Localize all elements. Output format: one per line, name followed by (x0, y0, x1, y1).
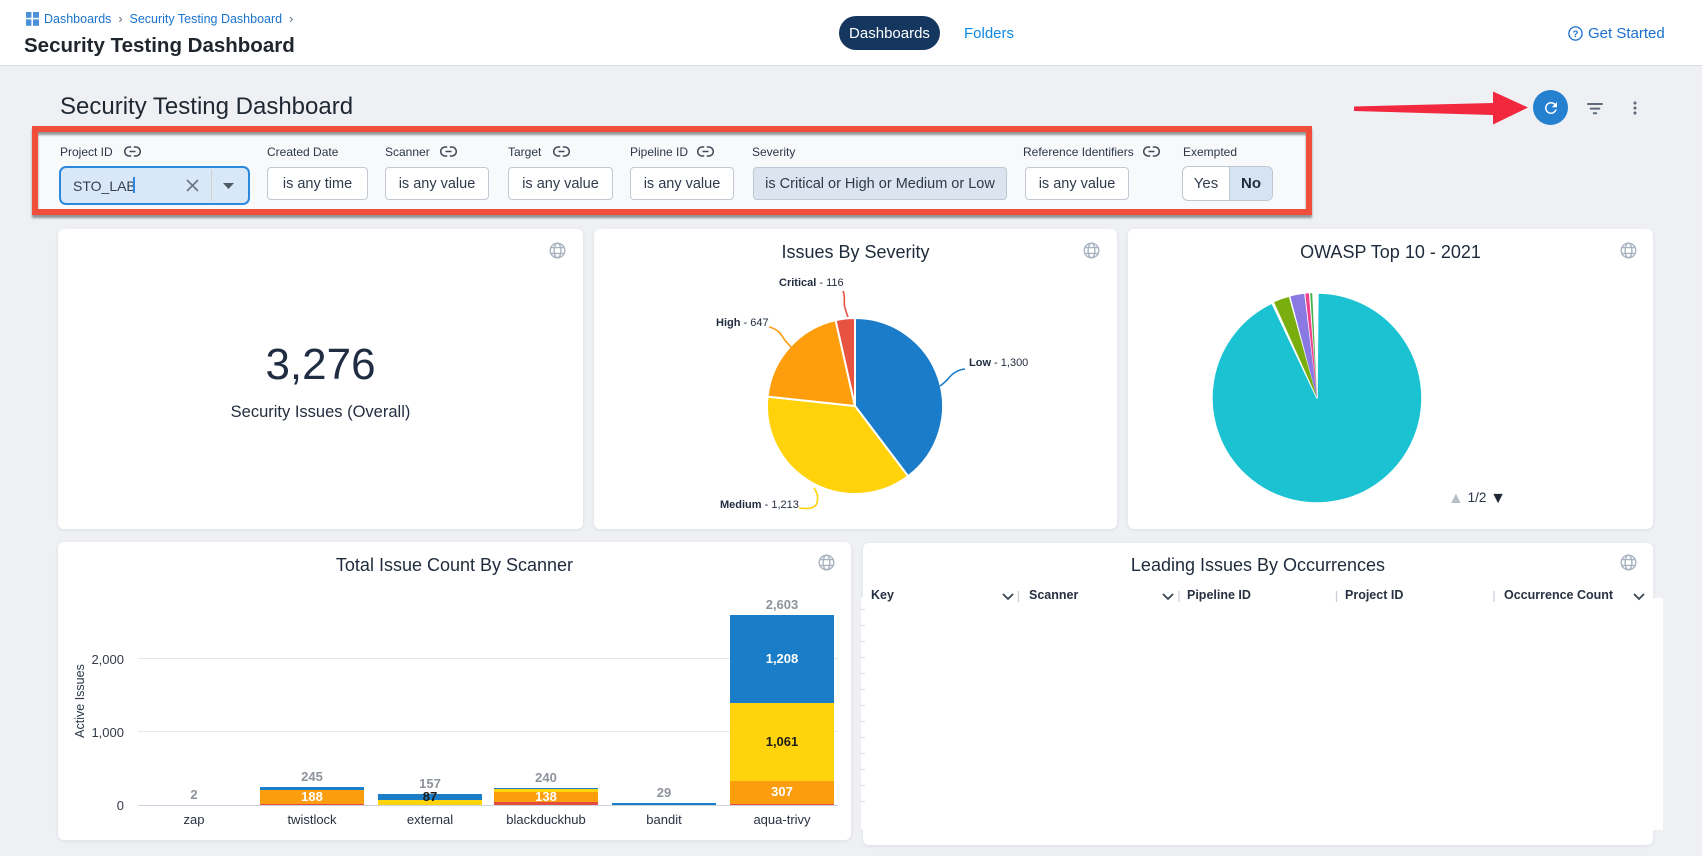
svg-text:?: ? (1573, 29, 1579, 40)
